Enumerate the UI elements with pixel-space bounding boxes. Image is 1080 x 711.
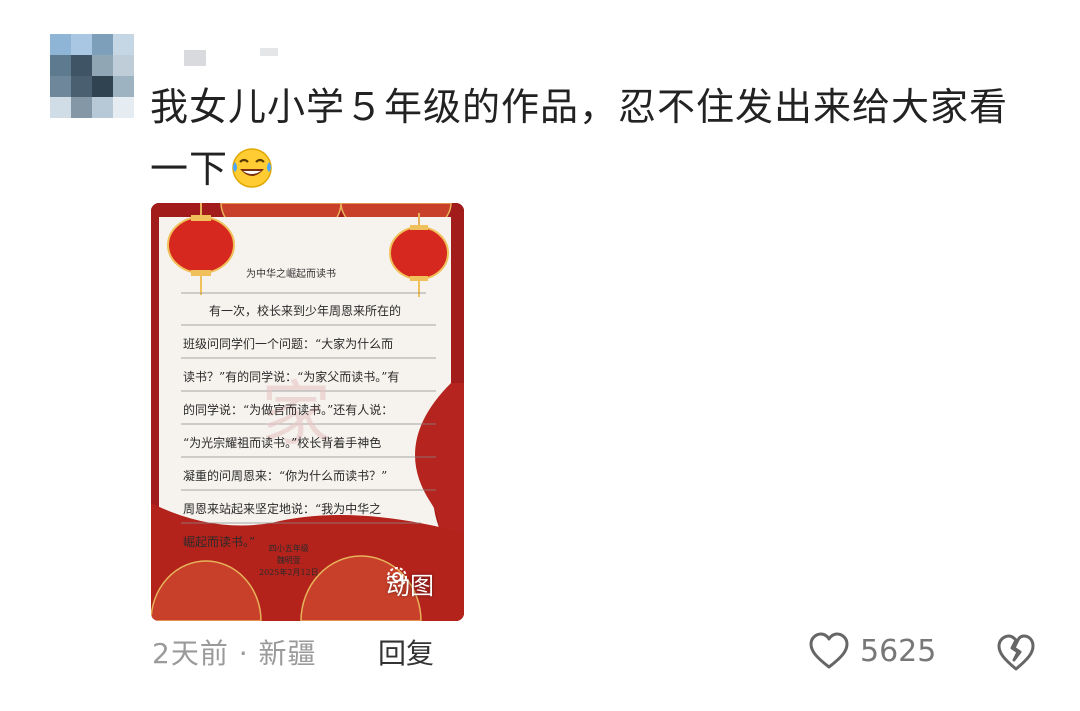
avatar-pixel xyxy=(71,97,92,118)
avatar-pixel xyxy=(71,34,92,55)
avatar-pixel xyxy=(71,55,92,76)
signature-line: 魏明萱 xyxy=(276,556,301,565)
avatar-pixel xyxy=(50,55,71,76)
avatar-pixel xyxy=(92,76,113,97)
like-button[interactable]: 5625 xyxy=(808,632,936,670)
animated-image-icon xyxy=(387,567,407,587)
broken-heart-icon[interactable] xyxy=(996,634,1036,672)
avatar[interactable] xyxy=(50,34,134,118)
attached-image[interactable]: 家 为中华之崛起而读书 有一次，校长来到少年周恩来所在的 班级问同学们一个问题：… xyxy=(151,203,464,621)
comment-text: 我女儿小学５年级的作品，忍不住发出来给大家看一下 xyxy=(150,76,1030,200)
avatar-pixel xyxy=(113,76,134,97)
comment-card: 我女儿小学５年级的作品，忍不住发出来给大家看一下 家 为中华之崛起而读书 有一次… xyxy=(0,0,1080,711)
essay-line: 周恩来站起来坚定地说：“我为中华之 xyxy=(183,502,382,516)
signature-line: 2025年2月12日 xyxy=(259,568,319,577)
essay-line: 读书？”有的同学说：“为家父而读书。”有 xyxy=(183,370,400,384)
heart-outline-icon xyxy=(809,632,849,669)
gif-badge: 动图 xyxy=(386,566,434,601)
like-count: 5625 xyxy=(860,633,937,669)
essay-lines: 有一次，校长来到少年周恩来所在的 班级问同学们一个问题：“大家为什么而 读书？”… xyxy=(183,295,439,559)
avatar-pixel xyxy=(50,97,71,118)
essay-line: 班级问同学们一个问题：“大家为什么而 xyxy=(183,337,394,351)
username-blurred[interactable] xyxy=(172,48,282,68)
avatar-pixel xyxy=(50,76,71,97)
time-location: 2天前 · 新疆 xyxy=(152,637,317,670)
avatar-pixel xyxy=(113,55,134,76)
avatar-pixel xyxy=(113,97,134,118)
reply-button[interactable]: 回复 xyxy=(378,632,434,672)
avatar-pixel xyxy=(92,34,113,55)
avatar-pixel xyxy=(92,55,113,76)
essay-line: 凝重的问周恩来：“你为什么而读书？” xyxy=(183,469,388,483)
signature-line: 四小五年级 xyxy=(268,544,309,553)
avatar-pixel xyxy=(92,97,113,118)
essay-title: 为中华之崛起而读书 xyxy=(246,269,336,280)
avatar-pixel xyxy=(50,34,71,55)
essay-line: 的同学说：“为做官而读书。”还有人说： xyxy=(183,403,394,417)
avatar-pixel xyxy=(113,34,134,55)
avatar-pixel xyxy=(71,76,92,97)
essay-signature: 四小五年级 魏明萱 2025年2月12日 xyxy=(259,543,319,579)
essay-line: 有一次，校长来到少年周恩来所在的 xyxy=(209,304,402,318)
comment-body: 我女儿小学５年级的作品，忍不住发出来给大家看一下 xyxy=(150,85,1009,191)
laughing-tears-emoji-icon xyxy=(232,148,272,188)
essay-line: “为光宗耀祖而读书。”校长背着手神色 xyxy=(183,436,382,450)
